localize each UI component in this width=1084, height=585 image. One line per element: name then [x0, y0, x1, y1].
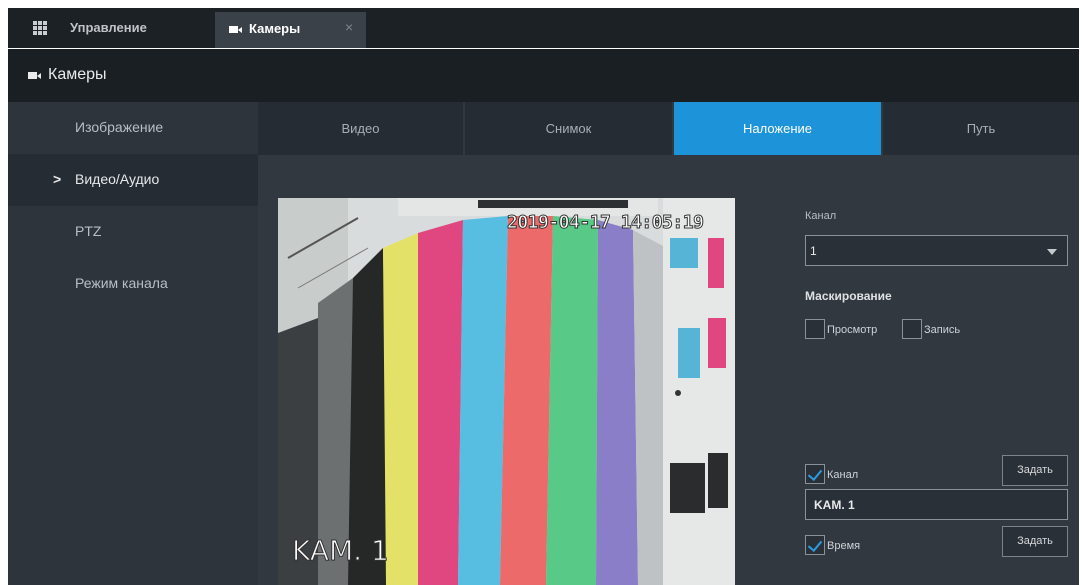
camera-icon — [28, 71, 41, 80]
channel-label: Канал — [805, 210, 837, 222]
tab-management-label: Управление — [70, 20, 147, 35]
tab-management[interactable]: Управление — [8, 8, 208, 48]
grid-icon — [33, 21, 47, 35]
time-overlay-checkbox[interactable] — [805, 535, 825, 555]
channel-overlay-label: Канал — [827, 469, 859, 481]
tab-cameras-label: Камеры — [249, 21, 301, 36]
tab-overlay[interactable]: Наложение — [674, 102, 881, 155]
channel-name-input[interactable]: KAM. 1 — [805, 489, 1068, 520]
record-mask-checkbox[interactable] — [902, 319, 922, 339]
sidebar-item-label: PTZ — [75, 223, 102, 239]
set-time-button[interactable]: Задать — [1002, 526, 1068, 557]
chevron-down-icon — [1047, 249, 1057, 255]
camera-preview[interactable]: 2019-04-17 14:05:19 KAM. 1 — [278, 198, 735, 585]
chevron-right-icon: > — [53, 171, 62, 187]
camera-preview-image — [278, 198, 735, 585]
tab-video[interactable]: Видео — [258, 102, 463, 155]
main-content: Видео Снимок Наложение Путь 2019-04-17 1… — [258, 102, 1079, 585]
tab-path[interactable]: Путь — [883, 102, 1079, 155]
masking-title: Маскирование — [805, 289, 892, 303]
tab-cameras[interactable]: Камеры × — [215, 12, 366, 48]
sidebar-item-label: Видео/Аудио — [75, 171, 160, 187]
sidebar-item-label: Режим канала — [75, 275, 168, 291]
sidebar-item-image[interactable]: Изображение — [8, 102, 258, 154]
sidebar-item-ptz[interactable]: PTZ — [8, 206, 258, 258]
sidebar-item-label: Изображение — [75, 119, 164, 135]
page-header: Камеры — [8, 49, 1079, 102]
channel-overlay-checkbox[interactable] — [805, 464, 825, 484]
page-title: Камеры — [48, 66, 107, 83]
close-icon[interactable]: × — [345, 19, 353, 35]
channel-name-overlay[interactable]: KAM. 1 — [292, 534, 390, 568]
subtab-bar: Видео Снимок Наложение Путь — [258, 102, 1079, 155]
top-tab-bar: Управление Камеры × — [8, 8, 1079, 48]
time-overlay-label: Время — [827, 540, 861, 552]
record-mask-label: Запись — [924, 324, 961, 336]
sidebar-item-channel-mode[interactable]: Режим канала — [8, 258, 258, 310]
preview-mask-label: Просмотр — [827, 324, 878, 336]
channel-select-value: 1 — [810, 244, 817, 258]
camera-icon — [229, 25, 242, 34]
timestamp-overlay[interactable]: 2019-04-17 14:05:19 — [506, 212, 704, 234]
set-channel-button[interactable]: Задать — [1002, 455, 1068, 486]
sidebar-item-video-audio[interactable]: > Видео/Аудио — [8, 154, 258, 206]
channel-select[interactable]: 1 — [805, 235, 1068, 266]
sidebar: Изображение > Видео/Аудио PTZ Режим кана… — [8, 102, 258, 585]
preview-mask-checkbox[interactable] — [805, 319, 825, 339]
channel-name-input-value: KAM. 1 — [814, 498, 855, 512]
tab-snapshot[interactable]: Снимок — [465, 102, 672, 155]
